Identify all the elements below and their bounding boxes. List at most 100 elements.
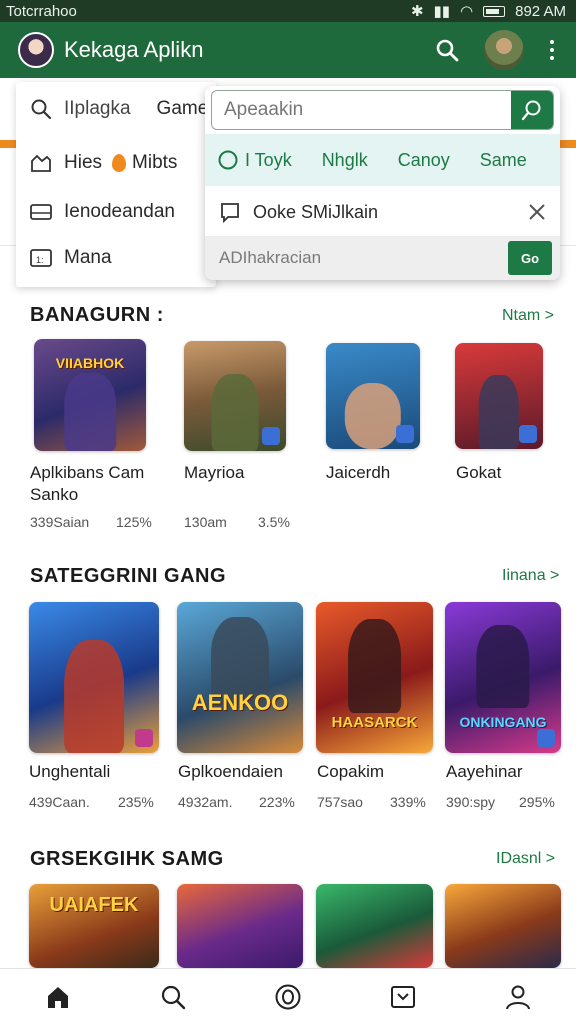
- art-label: HAASARCK: [331, 714, 418, 731]
- game-thumbnail[interactable]: [177, 884, 303, 968]
- pin-icon: [112, 154, 127, 172]
- inbox-icon[interactable]: [383, 977, 423, 1017]
- message-icon: [221, 203, 239, 223]
- see-more-link[interactable]: Iinana >: [502, 567, 559, 585]
- game-thumbnail[interactable]: [184, 341, 286, 451]
- app-bar: Kekaga Aplikn: [0, 22, 576, 78]
- monitor-icon: [30, 201, 52, 223]
- game-name[interactable]: Mayrioa: [184, 462, 244, 484]
- game-thumbnail[interactable]: [445, 884, 561, 968]
- art-label: VIIABHOK: [55, 355, 125, 371]
- footer-text: ADIhakracian: [219, 248, 322, 267]
- game-downloads: 339Saian: [30, 514, 90, 530]
- game-downloads: 390:spy: [446, 794, 496, 810]
- see-more-link[interactable]: Ntam >: [502, 307, 554, 325]
- search-icon[interactable]: [153, 977, 193, 1017]
- side-item-ienodeandan[interactable]: Ienodeandan: [16, 191, 175, 233]
- search-chips: I Toyk Nhglk Canoy Same: [205, 134, 560, 186]
- search-input[interactable]: [212, 91, 511, 129]
- game-art: [64, 372, 116, 451]
- side-item-mana[interactable]: 1: Mana: [16, 237, 112, 279]
- game-name[interactable]: Unghentali: [29, 761, 110, 783]
- art-label: AENKOO: [191, 690, 289, 715]
- signal-icon: ▮▮: [433, 3, 451, 20]
- bluetooth-icon: ✱: [410, 3, 424, 20]
- game-name[interactable]: Jaicerdh: [326, 462, 390, 484]
- game-art: [476, 624, 530, 708]
- art-label: UAIAFEK: [49, 894, 139, 916]
- more-vert-icon[interactable]: [542, 35, 562, 65]
- see-more-link[interactable]: IDasnl >: [496, 850, 555, 868]
- chip-nhglk[interactable]: Nhglk: [322, 150, 368, 171]
- status-text: Totcrrahoo: [6, 2, 77, 20]
- circle-icon[interactable]: [268, 977, 308, 1017]
- game-thumbnail[interactable]: ONKINGANG: [445, 602, 561, 753]
- profile-icon[interactable]: [498, 977, 538, 1017]
- home-icon[interactable]: [38, 977, 78, 1017]
- section-title: SATEGGRINI GANG: [30, 565, 227, 587]
- game-name[interactable]: Gplkoendaien: [178, 761, 283, 783]
- search-popup: I Toyk Nhglk Canoy Same Ooke SMiJlkain A…: [205, 86, 560, 280]
- game-name[interactable]: Gokat: [456, 462, 501, 484]
- search-icon: [30, 98, 52, 120]
- game-downloads: 757sao: [317, 794, 363, 810]
- chip-same[interactable]: Same: [480, 150, 527, 171]
- chip-canoy[interactable]: Canoy: [398, 150, 450, 171]
- badge-icon: [396, 425, 414, 443]
- calendar-icon: 1:: [30, 247, 52, 269]
- app-title: Kekaga Aplikn: [64, 37, 204, 62]
- game-downloads: 4932am.: [178, 794, 233, 810]
- game-thumbnail[interactable]: [29, 602, 159, 753]
- badge-icon: [519, 425, 537, 443]
- search-footer: ADIhakracian Go: [205, 236, 560, 280]
- game-name[interactable]: Aplkibans Cam Sanko: [30, 462, 160, 506]
- side-item-label: Ienodeandan: [64, 201, 175, 222]
- game-downloads: 130am: [184, 514, 227, 530]
- badge-icon: [262, 427, 280, 445]
- game-art: [211, 374, 259, 451]
- badge-icon: [537, 729, 555, 747]
- search-submit-button[interactable]: [511, 91, 553, 129]
- side-menu: IIplagka Game Hies Mibts Ienodeandan 1: …: [16, 82, 216, 287]
- bottom-nav: [0, 968, 576, 1024]
- section-title: GRSEKGIHK SAMG: [30, 848, 224, 870]
- user-avatar[interactable]: [484, 30, 524, 70]
- chip-label: I Toyk: [245, 149, 292, 170]
- game-thumbnail[interactable]: [326, 343, 420, 449]
- game-thumbnail[interactable]: AENKOO: [177, 602, 303, 753]
- search-field: [211, 90, 554, 130]
- search-icon: [521, 100, 541, 121]
- chip-label: Same: [479, 149, 527, 170]
- svg-text:1:: 1:: [36, 255, 44, 265]
- go-button[interactable]: Go: [508, 241, 552, 275]
- game-art: [344, 383, 402, 449]
- game-name[interactable]: Aayehinar: [446, 761, 523, 783]
- side-item-hies[interactable]: Hies Mibts: [16, 142, 177, 184]
- recent-search-label: Ooke SMiJlkain: [253, 201, 379, 222]
- close-icon[interactable]: [526, 201, 548, 223]
- side-item-label: Hies: [64, 152, 103, 173]
- game-name[interactable]: Copakim: [317, 761, 384, 783]
- chart-icon: [30, 152, 52, 174]
- game-rating: 3.5%: [258, 514, 290, 530]
- chip-toyk[interactable]: I Toyk: [217, 149, 292, 171]
- section-title: BANAGURN :: [30, 304, 164, 326]
- search-icon[interactable]: [432, 35, 462, 65]
- side-search-row[interactable]: IIplagka Game: [16, 88, 208, 130]
- wifi-icon: ◠: [460, 3, 474, 20]
- recent-search-item[interactable]: Ooke SMiJlkain: [205, 190, 560, 234]
- game-art: [478, 374, 520, 449]
- chip-label: Canoy: [397, 149, 450, 170]
- game-rating: 223%: [259, 794, 295, 810]
- game-thumbnail[interactable]: HAASARCK: [316, 602, 433, 753]
- game-rating: 295%: [519, 794, 555, 810]
- game-thumbnail[interactable]: VIIABHOK: [34, 339, 146, 451]
- game-rating: 235%: [118, 794, 154, 810]
- badge-icon: [135, 729, 153, 747]
- game-rating: 125%: [116, 514, 152, 530]
- game-thumbnail[interactable]: UAIAFEK: [29, 884, 159, 968]
- app-avatar[interactable]: [18, 32, 54, 68]
- game-thumbnail[interactable]: [455, 343, 543, 449]
- side-games-label[interactable]: Game: [157, 98, 209, 120]
- game-thumbnail[interactable]: [316, 884, 433, 968]
